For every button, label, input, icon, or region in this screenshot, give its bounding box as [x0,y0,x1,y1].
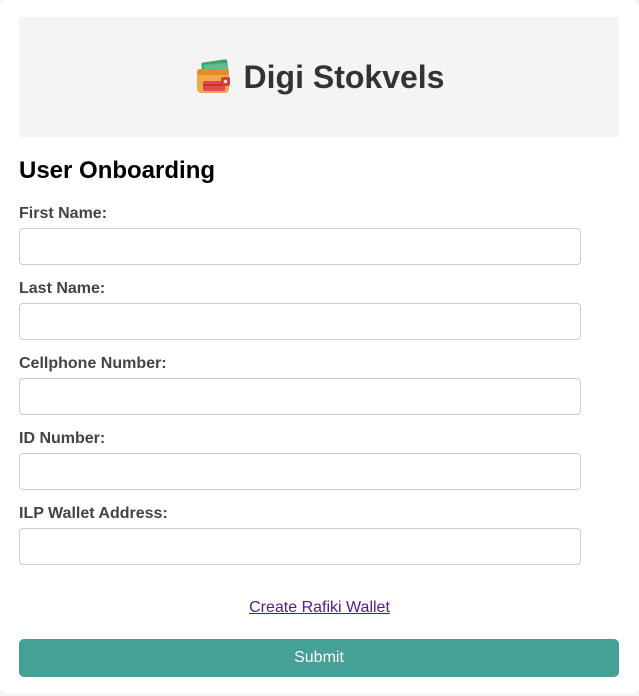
last-name-input[interactable] [19,303,581,340]
header-brand: Digi Stokvels [194,57,445,97]
app-title: Digi Stokvels [243,58,445,95]
create-rafiki-wallet-link[interactable]: Create Rafiki Wallet [249,599,390,616]
cellphone-number-input[interactable] [19,378,581,415]
form-title: User Onboarding [19,157,216,184]
app-header: Digi Stokvels [19,17,619,137]
first-name-input[interactable] [19,228,581,265]
last-name-label: Last Name: [19,280,106,297]
cellphone-number-label: Cellphone Number: [19,355,167,372]
wallet-link-row: Create Rafiki Wallet [0,599,639,617]
onboarding-card: Digi Stokvels User Onboarding First Name… [0,0,639,694]
ilp-wallet-address-input[interactable] [19,528,581,565]
wallet-icon [194,57,234,97]
first-name-label: First Name: [19,205,108,222]
id-number-input[interactable] [19,453,581,490]
submit-button[interactable]: Submit [19,639,619,677]
ilp-wallet-address-label: ILP Wallet Address: [19,505,168,522]
id-number-label: ID Number: [19,430,106,447]
